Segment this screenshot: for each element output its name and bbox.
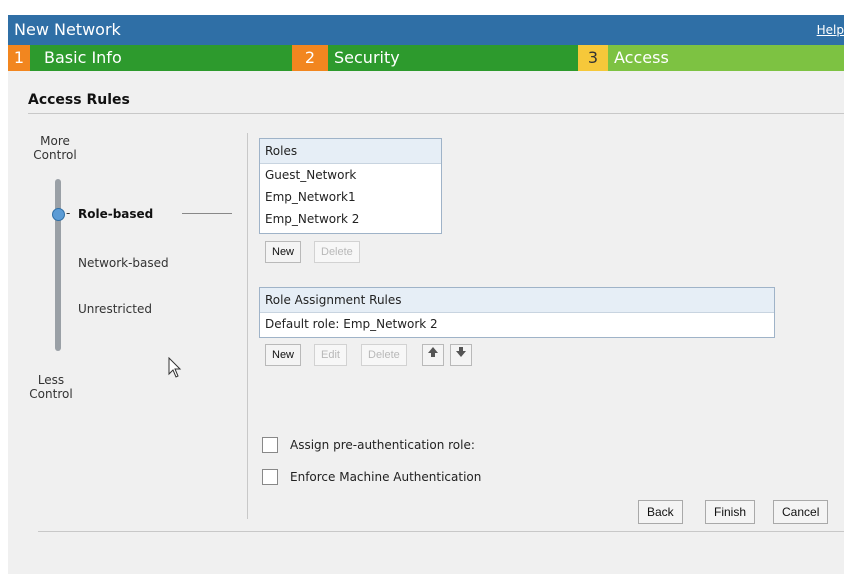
slider-bottom-label-line2: Control (29, 387, 73, 401)
content-panel: Access Rules More Control - Role-based N… (8, 71, 844, 574)
slider-track[interactable] (55, 179, 61, 351)
option-unrestricted[interactable]: Unrestricted (78, 302, 152, 316)
step-access[interactable]: 3 Access (578, 45, 844, 71)
step-label: Access (614, 48, 669, 67)
list-item[interactable]: Guest_Network (260, 164, 441, 186)
list-item[interactable]: Emp_Network1 (260, 186, 441, 208)
move-down-button[interactable] (450, 344, 472, 366)
rules-edit-button[interactable]: Edit (314, 344, 347, 366)
option-network-based[interactable]: Network-based (78, 256, 169, 270)
rules-delete-button[interactable]: Delete (361, 344, 407, 366)
roles-delete-button[interactable]: Delete (314, 241, 360, 263)
step-basic-info[interactable]: 1 Basic Info (8, 45, 292, 71)
section-title: Access Rules (28, 92, 130, 108)
slider-top-label: More Control (30, 134, 80, 162)
roles-list: Roles Guest_Network Emp_Network1 Emp_Net… (259, 138, 442, 234)
footer-divider (38, 531, 844, 532)
step-security[interactable]: 2 Security (292, 45, 578, 71)
move-up-button[interactable] (422, 344, 444, 366)
cancel-button[interactable]: Cancel (773, 500, 829, 524)
dialog-titlebar: New Network Help (8, 15, 844, 45)
back-button[interactable]: Back (638, 500, 683, 524)
wizard-steps: 1 Basic Info 2 Security 3 Access (8, 45, 844, 71)
slider-handle[interactable] (52, 208, 65, 221)
role-assignment-header: Role Assignment Rules (260, 288, 774, 313)
step-number: 2 (292, 45, 328, 71)
option-role-based[interactable]: Role-based (78, 207, 153, 221)
step-number: 1 (8, 45, 30, 71)
preauth-role-label: Assign pre-authentication role: (290, 438, 475, 452)
help-link[interactable]: Help (817, 23, 844, 37)
rules-new-button[interactable]: New (265, 344, 302, 366)
step-label: Security (334, 48, 400, 67)
slider-bottom-label-line1: Less (37, 373, 65, 387)
slider-bottom-label: Less Control (26, 373, 76, 401)
list-item[interactable]: Default role: Emp_Network 2 (260, 313, 774, 335)
roles-new-button[interactable]: New (265, 241, 302, 263)
slider-top-label-line2: Control (33, 148, 77, 162)
role-assignment-rules-list: Role Assignment Rules Default role: Emp_… (259, 287, 775, 338)
arrow-up-icon (428, 347, 438, 357)
mouse-cursor-icon (168, 357, 182, 378)
slider-top-label-line1: More (40, 134, 70, 148)
step-label: Basic Info (44, 48, 122, 67)
step-number: 3 (578, 45, 608, 71)
slider-pointer-dash: - (66, 206, 71, 220)
machine-auth-label: Enforce Machine Authentication (290, 470, 482, 484)
finish-button[interactable]: Finish (705, 500, 756, 524)
dialog-title: New Network (14, 20, 121, 39)
arrow-down-icon (456, 347, 466, 357)
section-divider (28, 113, 844, 114)
selection-indicator-line (182, 213, 232, 214)
preauth-role-checkbox[interactable] (262, 437, 278, 453)
roles-header: Roles (260, 139, 441, 164)
vertical-divider (247, 133, 248, 519)
list-item[interactable]: Emp_Network 2 (260, 208, 441, 230)
machine-auth-checkbox[interactable] (262, 469, 278, 485)
